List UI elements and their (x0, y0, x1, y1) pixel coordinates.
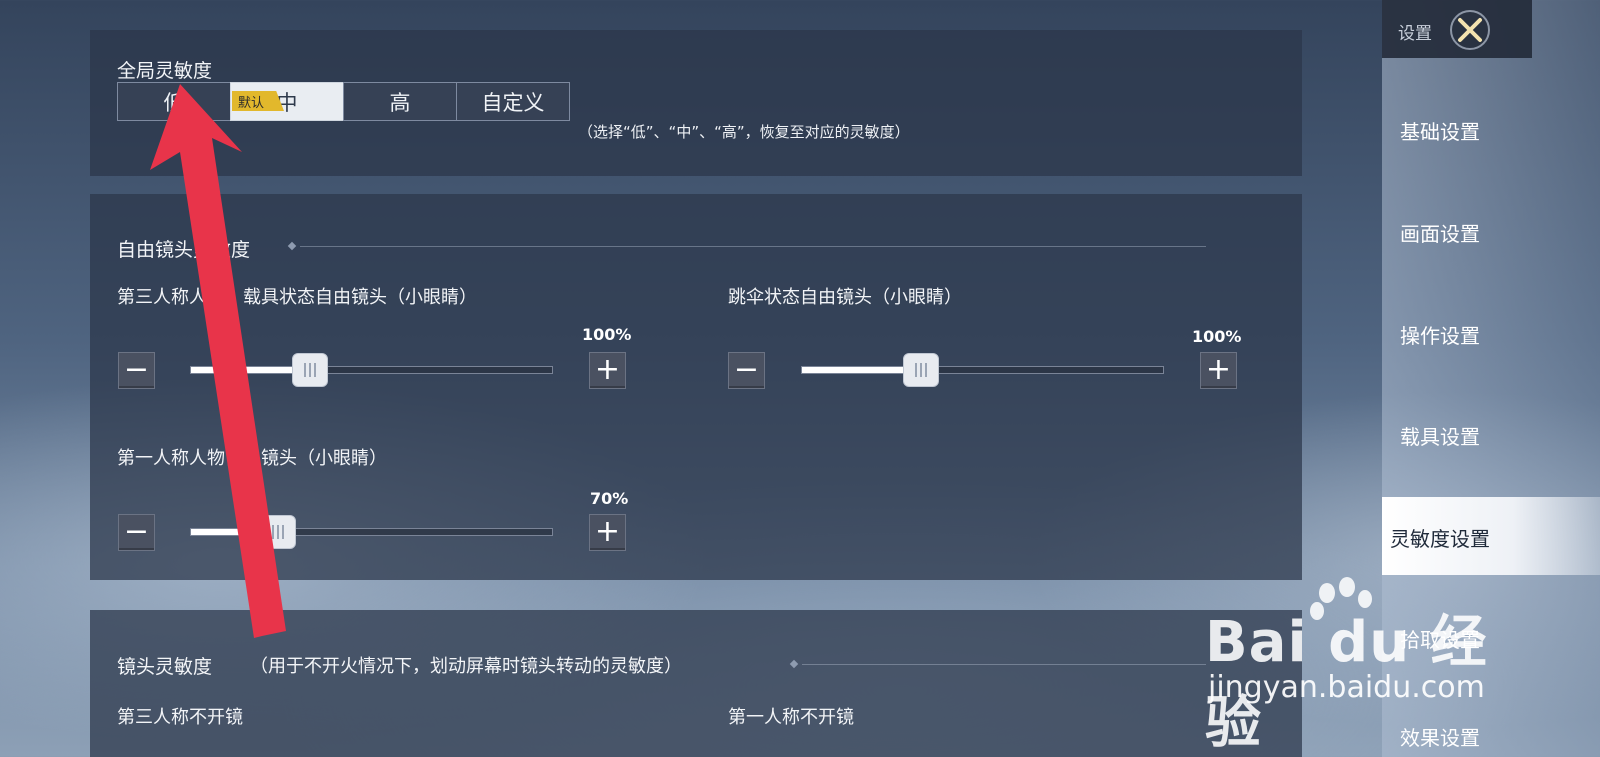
camera-sensitivity-panel (90, 610, 1302, 757)
divider-line (300, 246, 1206, 247)
camera-third-person-label: 第三人称不开镜 (117, 707, 243, 728)
slider-value-first-person: 70% (590, 489, 629, 508)
slider-track-first-person[interactable] (190, 515, 553, 549)
free-camera-title: 自由镜头灵敏度 (117, 239, 251, 261)
global-sensitivity-title: 全局灵敏度 (117, 60, 213, 82)
camera-sensitivity-note: （用于不开火情况下，划动屏幕时镜头转动的灵敏度） (250, 656, 682, 677)
slider-handle[interactable] (259, 515, 296, 549)
decrease-first-person-button[interactable]: − (118, 514, 155, 551)
sensitivity-preset-group: 低 中 高 自定义 (117, 82, 573, 121)
camera-sensitivity-title: 镜头灵敏度 (117, 656, 213, 678)
slider-value-parachute: 100% (1192, 327, 1242, 346)
divider-line (802, 664, 1206, 665)
preset-low-button[interactable]: 低 (117, 82, 231, 121)
preset-high-button[interactable]: 高 (343, 82, 457, 121)
slider-handle[interactable] (292, 353, 329, 387)
slider-handle[interactable] (903, 353, 940, 387)
preset-custom-button[interactable]: 自定义 (456, 82, 570, 121)
close-icon (1458, 18, 1482, 42)
sidebar-title: 设置 (1398, 24, 1432, 44)
increase-parachute-button[interactable]: + (1200, 352, 1237, 389)
close-button[interactable] (1450, 10, 1490, 50)
sidebar-item-sensitivity[interactable]: 灵敏度设置 (1390, 523, 1572, 552)
camera-first-person-label: 第一人称不开镜 (728, 707, 854, 728)
slider-value-third-person: 100% (582, 325, 632, 344)
increase-third-person-button[interactable]: + (589, 352, 626, 389)
preset-hint: （选择“低”、“中”、“高”，恢复至对应的灵敏度） (578, 123, 910, 141)
default-tag: 默认 (232, 91, 284, 111)
decrease-third-person-button[interactable]: − (118, 352, 155, 389)
watermark-url: jingyan.baidu.com (1208, 670, 1485, 705)
slider-label-first-person: 第一人称人物自由镜头（小眼睛） (117, 448, 387, 469)
slider-track-parachute[interactable] (801, 353, 1164, 387)
baidu-watermark: Bai du 经验 jingyan.baidu.com (1190, 575, 1510, 756)
slider-track-third-person[interactable] (190, 353, 553, 387)
sidebar-item-controls[interactable]: 操作设置 (1400, 320, 1582, 349)
slider-label-third-person: 第三人称人物、载具状态自由镜头（小眼睛） (117, 287, 477, 308)
increase-first-person-button[interactable]: + (589, 514, 626, 551)
slider-label-parachute: 跳伞状态自由镜头（小眼睛） (728, 287, 962, 308)
sidebar-item-graphics[interactable]: 画面设置 (1400, 218, 1582, 247)
sidebar-item-vehicle[interactable]: 载具设置 (1400, 421, 1582, 450)
sidebar-item-basic[interactable]: 基础设置 (1400, 116, 1582, 145)
decrease-parachute-button[interactable]: − (728, 352, 765, 389)
